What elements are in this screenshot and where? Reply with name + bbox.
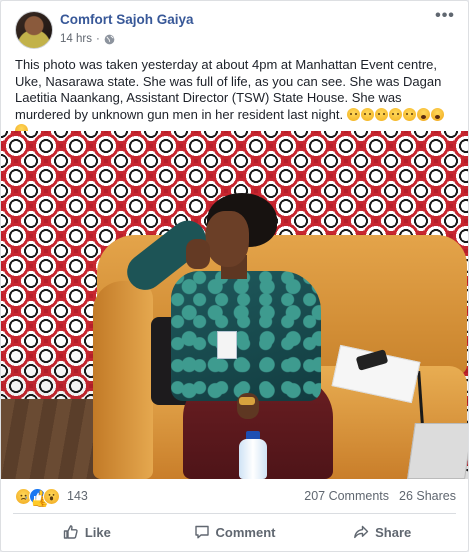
- comment-button[interactable]: Comment: [161, 517, 309, 547]
- crying-face-icon: [360, 107, 374, 121]
- wow-reaction-icon: [43, 487, 60, 505]
- author-avatar[interactable]: [15, 11, 53, 49]
- share-arrow-icon: [354, 525, 369, 539]
- reactions-summary[interactable]: 143: [15, 487, 88, 505]
- post-meta: 14 hrs ·: [60, 33, 115, 45]
- woman-face: [205, 211, 249, 267]
- comment-bubble-icon: [194, 525, 209, 539]
- facebook-post: Comfort Sajoh Gaiya 14 hrs · ••• This ph…: [0, 0, 469, 552]
- time-separator: ·: [95, 33, 100, 45]
- actions-divider: [13, 513, 456, 514]
- comment-button-label: Comment: [215, 524, 276, 540]
- share-button[interactable]: Share: [308, 517, 456, 547]
- water-bottle: [239, 439, 267, 479]
- crying-face-icon: [346, 107, 360, 121]
- woman-hand: [186, 239, 210, 269]
- more-options-button[interactable]: •••: [434, 8, 456, 27]
- globe-icon[interactable]: [104, 34, 115, 45]
- post-header: Comfort Sajoh Gaiya 14 hrs · •••: [13, 8, 456, 51]
- comments-count-link[interactable]: 207 Comments: [304, 489, 389, 503]
- sofa-arm: [93, 281, 153, 479]
- engagement-counts: 207 Comments 26 Shares: [304, 489, 456, 503]
- wristwatch: [239, 397, 255, 405]
- keyboard: [407, 423, 468, 479]
- like-button-label: Like: [84, 524, 111, 540]
- screaming-face-icon: [416, 107, 430, 121]
- woman-blouse: [171, 271, 321, 401]
- post-text: This photo was taken yesterday at about …: [15, 57, 457, 140]
- crying-face-icon: [388, 107, 402, 121]
- share-button-label: Share: [375, 524, 412, 540]
- post-actions: Like Comment Share: [13, 517, 456, 547]
- shares-count-link[interactable]: 26 Shares: [399, 489, 456, 503]
- id-card: [217, 331, 237, 359]
- author-name[interactable]: Comfort Sajoh Gaiya: [60, 12, 194, 27]
- reaction-count: 143: [67, 489, 88, 503]
- post-photo[interactable]: [1, 131, 468, 479]
- post-time[interactable]: 14 hrs: [60, 33, 92, 45]
- crying-face-icon: [374, 107, 388, 121]
- crying-face-icon: [402, 107, 416, 121]
- screaming-face-icon: [430, 107, 444, 121]
- like-button[interactable]: Like: [13, 517, 161, 547]
- thumbs-up-icon: [63, 525, 78, 539]
